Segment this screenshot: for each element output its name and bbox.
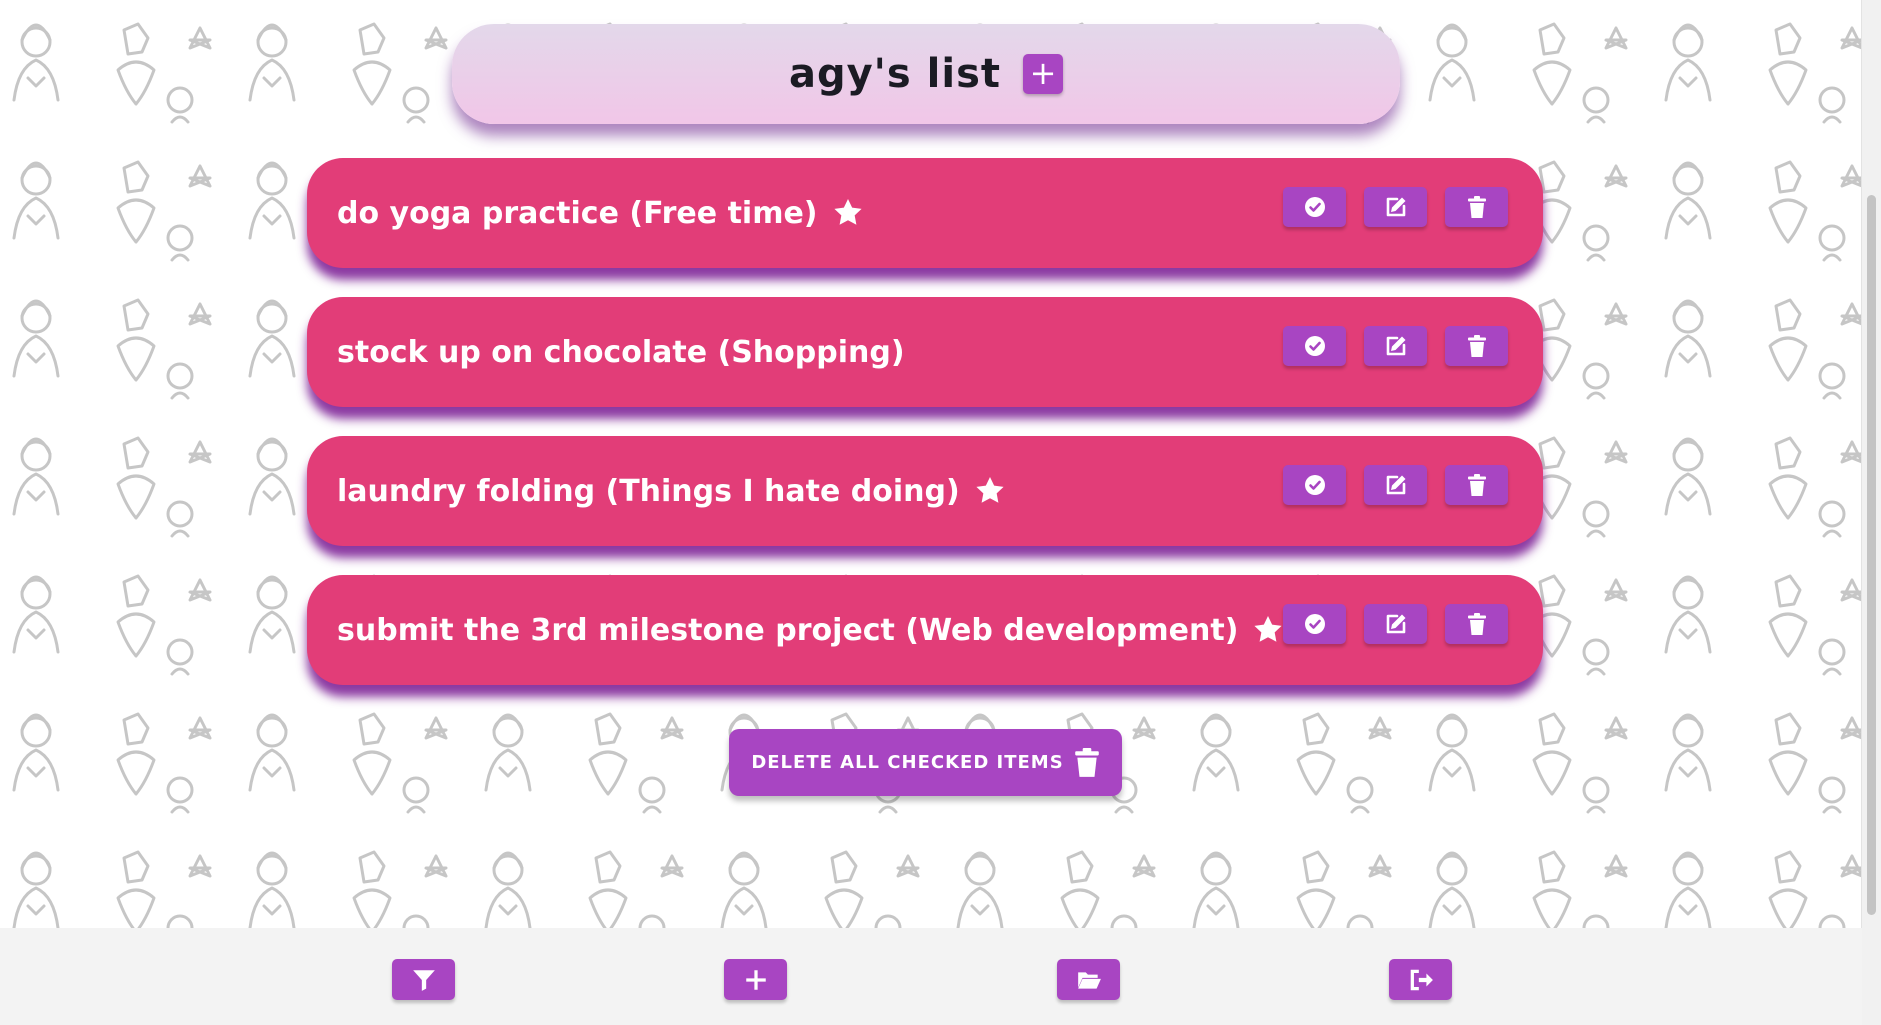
edit-icon — [1386, 475, 1405, 495]
delete-checked-button[interactable]: DELETE ALL CHECKED ITEMS — [729, 729, 1122, 796]
item-label: laundry folding (Things I hate doing) — [337, 473, 960, 509]
complete-button[interactable] — [1283, 604, 1346, 644]
complete-button[interactable] — [1283, 326, 1346, 366]
edit-button[interactable] — [1364, 604, 1427, 644]
scrollbar[interactable] — [1861, 0, 1881, 1025]
filter-button[interactable] — [392, 959, 455, 1000]
complete-button[interactable] — [1283, 465, 1346, 505]
footer-toolbar — [0, 928, 1862, 1025]
star-icon — [1254, 616, 1283, 642]
plus-icon: + — [1029, 54, 1057, 92]
list-item: laundry folding (Things I hate doing) — [307, 436, 1543, 546]
edit-button[interactable] — [1364, 326, 1427, 366]
item-actions — [1283, 604, 1508, 644]
edit-icon — [1386, 336, 1405, 356]
page-title: agy's list — [788, 51, 1002, 97]
list-item: submit the 3rd milestone project (Web de… — [307, 575, 1543, 685]
list-item: stock up on chocolate (Shopping) — [307, 297, 1543, 407]
item-label: submit the 3rd milestone project (Web de… — [337, 612, 1239, 648]
trash-icon — [1467, 613, 1486, 635]
star-icon — [976, 477, 1004, 503]
delete-button[interactable] — [1445, 187, 1508, 227]
item-text-wrap: stock up on chocolate (Shopping) — [337, 297, 905, 407]
item-actions — [1283, 187, 1508, 227]
check-circle-icon — [1304, 197, 1325, 217]
check-circle-icon — [1304, 336, 1325, 356]
sign-out-icon — [1410, 969, 1433, 990]
trash-icon — [1467, 196, 1486, 218]
item-text-wrap: submit the 3rd milestone project (Web de… — [337, 575, 1284, 685]
edit-icon — [1386, 197, 1405, 217]
item-actions — [1283, 465, 1508, 505]
item-actions — [1283, 326, 1508, 366]
item-text-wrap: laundry folding (Things I hate doing) — [337, 436, 1006, 546]
trash-icon — [1467, 474, 1486, 496]
item-text-wrap: do yoga practice (Free time) — [337, 158, 864, 268]
item-label: do yoga practice (Free time) — [337, 195, 818, 231]
edit-button[interactable] — [1364, 187, 1427, 227]
star-icon — [833, 199, 862, 225]
item-label: stock up on chocolate (Shopping) — [337, 334, 905, 370]
list-item: do yoga practice (Free time) — [307, 158, 1543, 268]
edit-icon — [1386, 614, 1405, 634]
plus-icon — [745, 969, 766, 990]
open-lists-button[interactable] — [1057, 959, 1120, 1000]
delete-checked-label: DELETE ALL CHECKED ITEMS — [751, 752, 1064, 773]
filter-icon — [412, 969, 435, 991]
logout-button[interactable] — [1389, 959, 1452, 1000]
scrollbar-thumb[interactable] — [1867, 195, 1876, 915]
add-button[interactable] — [724, 959, 787, 1000]
check-circle-icon — [1304, 614, 1325, 634]
add-item-button[interactable]: + — [1023, 54, 1064, 94]
delete-button[interactable] — [1445, 326, 1508, 366]
delete-button[interactable] — [1445, 465, 1508, 505]
check-circle-icon — [1304, 475, 1325, 495]
delete-button[interactable] — [1445, 604, 1508, 644]
trash-icon — [1074, 747, 1099, 777]
list-header: agy's list + — [452, 24, 1400, 124]
trash-icon — [1467, 335, 1486, 357]
edit-button[interactable] — [1364, 465, 1427, 505]
complete-button[interactable] — [1283, 187, 1346, 227]
folder-open-icon — [1077, 971, 1101, 989]
